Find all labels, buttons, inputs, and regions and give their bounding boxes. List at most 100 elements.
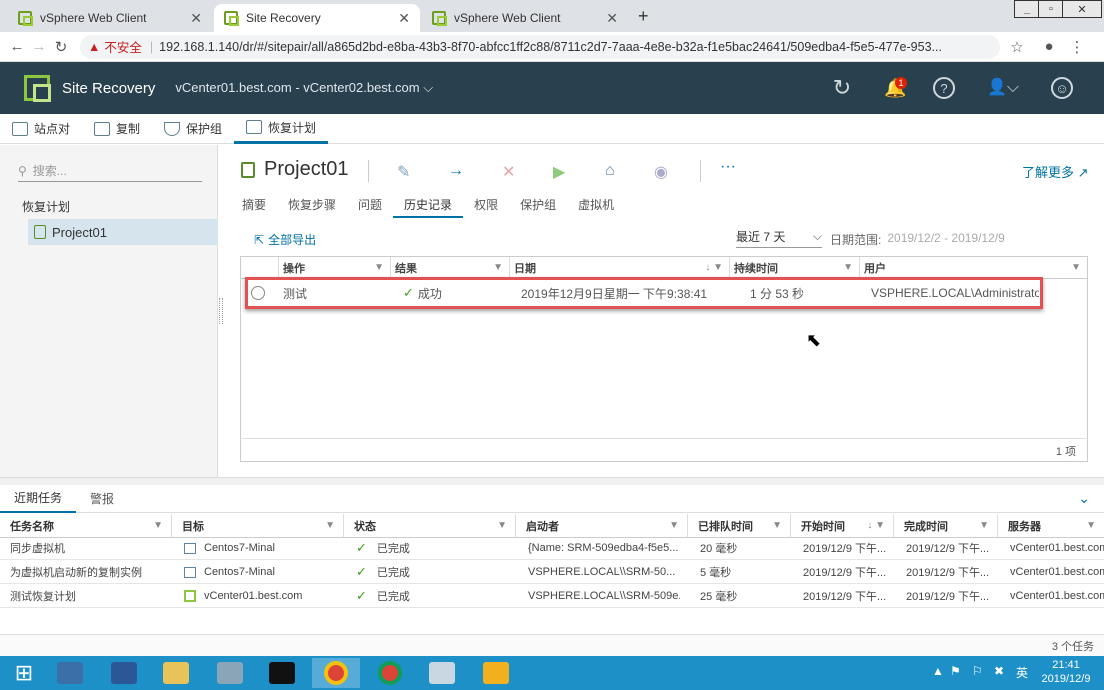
- subtab-summary[interactable]: 摘要: [242, 196, 277, 218]
- more-actions-button[interactable]: ···: [720, 158, 736, 176]
- filter-icon[interactable]: ▼: [153, 520, 163, 531]
- tray-icon[interactable]: ⚑: [950, 664, 961, 678]
- tree-item-project01[interactable]: Project01: [28, 219, 218, 245]
- filter-icon[interactable]: ▼: [979, 520, 989, 531]
- panel-resize-handle[interactable]: [219, 298, 223, 324]
- filter-icon[interactable]: ▼: [493, 262, 503, 273]
- url-field[interactable]: ▲ 不安全 | 192.168.1.140/dr/#/sitepair/all/…: [80, 34, 1000, 59]
- search-input[interactable]: ⚲ 搜索...: [18, 160, 202, 182]
- vcenter-pair-label: vCenter01.best.com - vCenter02.best.com: [175, 80, 420, 95]
- file-explorer-icon[interactable]: [152, 658, 200, 688]
- grid-header-result[interactable]: 结果 ▼: [391, 257, 510, 279]
- tab-protection-groups[interactable]: 保护组: [152, 114, 234, 144]
- powershell-icon[interactable]: [100, 658, 148, 688]
- filter-icon[interactable]: ▼: [1071, 262, 1081, 273]
- task-header-start[interactable]: 开始时间 ↓ ▼: [791, 514, 894, 538]
- search-placeholder: 搜索...: [32, 164, 67, 178]
- task-header-server[interactable]: 服务器 ▼: [998, 514, 1104, 538]
- task-target-link[interactable]: Centos7-Minal: [184, 536, 275, 560]
- restore-icon[interactable]: ▫: [1038, 0, 1064, 18]
- cmd-icon[interactable]: [258, 658, 306, 688]
- task-header-end[interactable]: 完成时间 ▼: [894, 514, 998, 538]
- task-header-status[interactable]: 状态 ▼: [344, 514, 516, 538]
- grid-header-user[interactable]: 用户 ▼: [860, 257, 1087, 279]
- filter-icon[interactable]: ▼: [772, 520, 782, 531]
- edit-pencil-icon[interactable]: ✎: [397, 162, 410, 182]
- browser-tab-vsphere-2[interactable]: vSphere Web Client ✕: [422, 4, 628, 32]
- chrome-icon[interactable]: [312, 658, 360, 688]
- filter-icon[interactable]: ▼: [497, 520, 507, 531]
- external-link-icon: ↗: [1077, 165, 1089, 180]
- task-header-queued[interactable]: 已排队时间 ▼: [688, 514, 791, 538]
- sort-filter-icon[interactable]: ↓ ▼: [867, 520, 885, 531]
- profile-icon[interactable]: ●: [1038, 38, 1060, 55]
- tab-alarms[interactable]: 警报: [76, 485, 128, 513]
- arrow-right-icon[interactable]: →: [448, 162, 464, 180]
- minimize-icon[interactable]: _: [1014, 0, 1040, 18]
- task-target-link[interactable]: vCenter01.best.com: [184, 584, 302, 608]
- clock-date: 2019/12/9: [1041, 673, 1091, 685]
- cleanup-brush-icon[interactable]: ⌂: [605, 162, 615, 180]
- sort-filter-icon[interactable]: ↓ ▼: [705, 262, 723, 273]
- filter-icon[interactable]: ▼: [669, 520, 679, 531]
- close-tab-icon[interactable]: ✕: [398, 10, 410, 27]
- filter-icon[interactable]: ▼: [1086, 520, 1096, 531]
- volume-muted-icon[interactable]: ✖: [994, 664, 1004, 678]
- tab-recovery-plans[interactable]: 恢复计划: [234, 114, 329, 144]
- forward-icon[interactable]: →: [28, 38, 50, 55]
- sticky-app-icon[interactable]: [472, 658, 520, 688]
- resume-icon[interactable]: ◉: [654, 162, 668, 182]
- grid-header-date[interactable]: 日期 ↓ ▼: [510, 257, 730, 279]
- browser-tab-vsphere-1[interactable]: vSphere Web Client ✕: [8, 4, 212, 32]
- close-tab-icon[interactable]: ✕: [606, 10, 618, 27]
- smiley-feedback-icon[interactable]: ☺: [1051, 77, 1073, 99]
- vcenter-pair-selector[interactable]: vCenter01.best.com - vCenter02.best.com …: [175, 80, 433, 96]
- subtab-recovery-steps[interactable]: 恢复步骤: [277, 196, 347, 218]
- reload-icon[interactable]: ↻: [50, 38, 72, 56]
- browser-tab-site-recovery[interactable]: Site Recovery ✕: [214, 4, 420, 32]
- tray-expand-icon[interactable]: ▲: [932, 664, 944, 678]
- subtab-history[interactable]: 历史记录: [393, 196, 464, 218]
- time-range-select[interactable]: 最近 7 天 ⌵: [736, 226, 822, 248]
- new-tab-button[interactable]: +: [638, 6, 649, 27]
- subtab-virtual-machines[interactable]: 虚拟机: [567, 196, 625, 218]
- subtab-protection-groups[interactable]: 保护组: [509, 196, 567, 218]
- user-menu-icon[interactable]: 👤⌵: [987, 77, 1019, 97]
- close-tab-icon[interactable]: ✕: [190, 10, 202, 27]
- task-header-target[interactable]: 目标 ▼: [172, 514, 344, 538]
- network-icon[interactable]: [206, 658, 254, 688]
- run-play-icon[interactable]: ▶: [553, 162, 565, 182]
- close-window-icon[interactable]: ✕: [1062, 0, 1102, 18]
- ime-indicator[interactable]: 英: [1016, 664, 1028, 681]
- pane-splitter[interactable]: [0, 477, 1104, 485]
- tray-icon[interactable]: ⚐: [972, 664, 983, 678]
- subtab-issues[interactable]: 问题: [347, 196, 393, 218]
- collapse-chevron-icon[interactable]: ⌄: [1078, 490, 1090, 507]
- filter-icon[interactable]: ▼: [374, 262, 384, 273]
- tab-site-pairs[interactable]: 站点对: [0, 114, 82, 144]
- task-header-name[interactable]: 任务名称 ▼: [0, 514, 172, 538]
- grid-header-duration[interactable]: 持续时间 ▼: [730, 257, 860, 279]
- menu-icon[interactable]: ⋮: [1066, 38, 1088, 56]
- grid-header-operation[interactable]: 操作 ▼: [279, 257, 391, 279]
- subtab-permissions[interactable]: 权限: [463, 196, 509, 218]
- filter-icon[interactable]: ▼: [325, 520, 335, 531]
- chrome-icon[interactable]: [366, 658, 414, 688]
- learn-more-link[interactable]: 了解更多 ↗: [1022, 162, 1089, 181]
- task-initiator: VSPHERE.LOCAL\\SRM-50...: [528, 566, 676, 578]
- bookmark-star-icon[interactable]: ☆: [1006, 38, 1028, 56]
- task-target-link[interactable]: Centos7-Minal: [184, 560, 275, 584]
- help-icon[interactable]: ?: [933, 77, 955, 99]
- back-icon[interactable]: ←: [6, 38, 28, 55]
- filter-icon[interactable]: ▼: [843, 262, 853, 273]
- image-viewer-icon[interactable]: [418, 658, 466, 688]
- taskbar-clock[interactable]: 21:41 2019/12/9: [1036, 658, 1096, 686]
- task-header-initiator[interactable]: 启动者 ▼: [516, 514, 688, 538]
- refresh-icon[interactable]: ↻: [831, 75, 853, 100]
- cancel-x-icon[interactable]: ✕: [502, 162, 515, 182]
- windows-start-icon[interactable]: ⊞: [0, 658, 48, 688]
- tab-replications[interactable]: 复制: [82, 114, 152, 144]
- server-manager-icon[interactable]: [46, 658, 94, 688]
- export-all-button[interactable]: ⇱ 全部导出: [254, 231, 316, 248]
- tab-recent-tasks[interactable]: 近期任务: [0, 485, 77, 513]
